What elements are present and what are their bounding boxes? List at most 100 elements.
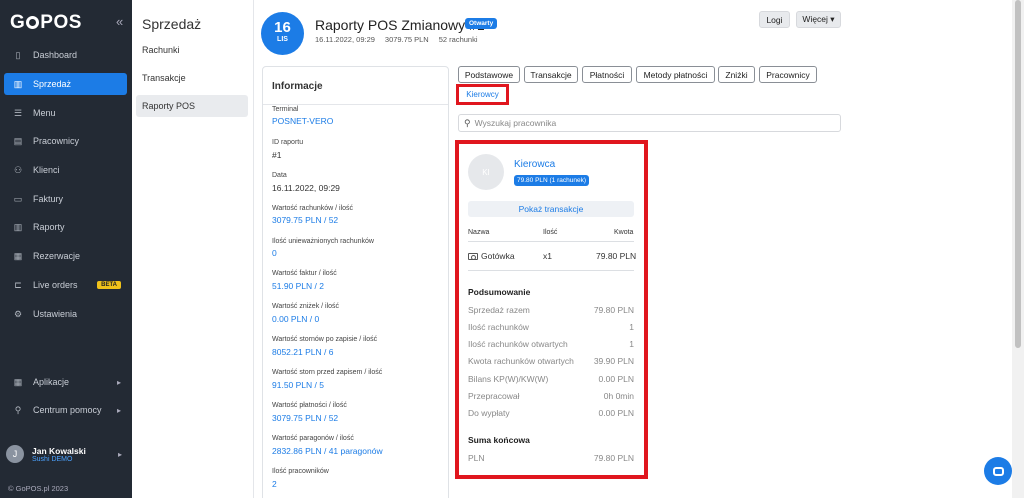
- info-label-fiscal-receipts: Wartość paragonów / ilość: [272, 435, 354, 442]
- show-transactions-button[interactable]: Pokaż transakcje: [468, 201, 634, 217]
- sidebar-item-label: Live orders: [33, 280, 78, 290]
- tab-basic[interactable]: Podstawowe: [458, 66, 520, 83]
- info-value-terminal[interactable]: POSNET-VERO: [272, 116, 333, 126]
- payment-row-amount: 79.80 PLN: [596, 251, 637, 261]
- summary-label-balance: Bilans KP(W)/KW(W): [468, 374, 549, 384]
- sidebar-item-label: Sprzedaż: [33, 79, 72, 89]
- subnav-item-transactions[interactable]: Transakcje: [136, 67, 248, 89]
- info-value-date: 16.11.2022, 09:29: [272, 183, 340, 193]
- tab-payments[interactable]: Płatności: [582, 66, 632, 83]
- subnav-item-pos-reports[interactable]: Raporty POS: [136, 95, 248, 117]
- invoices-icon: ▭: [13, 193, 23, 204]
- chat-button[interactable]: [984, 457, 1012, 485]
- summary-heading: Podsumowanie: [468, 287, 531, 297]
- report-day: 16: [274, 19, 291, 36]
- total-heading: Suma końcowa: [468, 435, 530, 445]
- sidebar-item-reports[interactable]: ▥ Raporty: [4, 216, 127, 238]
- report-amount: 3079.75 PLN: [384, 35, 429, 44]
- sales-subnav: Sprzedaż Rachunki Transakcje Raporty POS: [132, 0, 254, 498]
- settings-icon: ⚙: [13, 308, 23, 319]
- info-value-storno-after[interactable]: 8052.21 PLN / 6: [272, 347, 333, 357]
- divider: [468, 241, 634, 242]
- info-value-voided-receipts[interactable]: 0: [272, 248, 277, 258]
- tab-drivers-label: Kierowcy: [466, 90, 499, 99]
- info-value-storno-before[interactable]: 91.50 PLN / 5: [272, 380, 324, 390]
- summary-label-open-receipts: Ilość rachunków otwartych: [468, 339, 568, 349]
- info-value-discounts[interactable]: 0.00 PLN / 0: [272, 314, 319, 324]
- sidebar-item-label: Menu: [33, 108, 56, 118]
- beta-badge: BETA: [97, 281, 121, 289]
- search-placeholder: Wyszukaj pracownika: [474, 118, 557, 128]
- column-header-qty: Ilość: [543, 229, 558, 236]
- info-heading: Informacje: [272, 81, 323, 92]
- sidebar-item-clients[interactable]: ⚇ Klienci: [4, 159, 127, 181]
- tab-payment-methods[interactable]: Metody płatności: [636, 66, 715, 83]
- dashboard-icon: ▯: [15, 49, 21, 60]
- user-menu[interactable]: J Jan Kowalski Sushi DEMO ▸: [6, 441, 128, 467]
- info-value-receipts-value[interactable]: 3079.75 PLN / 52: [272, 215, 338, 225]
- info-value-report-id: #1: [272, 150, 282, 160]
- search-icon: ⚲: [464, 117, 471, 128]
- report-date-badge: 16 LIS: [261, 12, 304, 55]
- info-label-payments: Wartość płatności / ilość: [272, 402, 347, 409]
- employee-name[interactable]: Kierowca: [514, 159, 555, 170]
- clients-icon: ⚇: [13, 164, 23, 175]
- sidebar-item-reservations[interactable]: ▦ Rezerwacje: [4, 245, 127, 267]
- user-organization: Sushi DEMO: [32, 455, 73, 463]
- help-icon: ⚲: [14, 404, 22, 415]
- sidebar-item-help[interactable]: ⚲ Centrum pomocy ▸: [4, 399, 127, 421]
- info-label-report-id: ID raportu: [272, 139, 304, 146]
- tab-transactions[interactable]: Transakcje: [524, 66, 578, 83]
- payment-name: Gotówka: [481, 251, 515, 261]
- tab-drivers[interactable]: Kierowcy: [456, 84, 509, 105]
- info-value-payments[interactable]: 3079.75 PLN / 52: [272, 413, 338, 423]
- info-label-employees-count: Ilość pracowników: [272, 468, 329, 475]
- sidebar-item-live-orders[interactable]: ⊏ Live orders BETA: [4, 274, 127, 296]
- tab-employees[interactable]: Pracownicy: [759, 66, 817, 83]
- total-label: PLN: [468, 453, 485, 463]
- sidebar-item-sales[interactable]: ▥ Sprzedaż: [4, 73, 127, 95]
- sidebar-item-dashboard[interactable]: ▯ Dashboard: [4, 44, 127, 66]
- column-header-name: Nazwa: [468, 229, 490, 236]
- chevron-right-icon: ▸: [116, 405, 121, 415]
- employee-search-input[interactable]: ⚲ Wyszukaj pracownika: [458, 114, 841, 132]
- summary-value-sales-total: 79.80 PLN: [593, 305, 634, 315]
- employee-avatar: KI: [468, 154, 504, 190]
- main-sidebar: G POS « ▯ Dashboard ▥ Sprzedaż ☰ Menu ▤ P…: [0, 0, 132, 498]
- info-value-employees-count[interactable]: 2: [272, 479, 277, 489]
- info-value-invoices[interactable]: 51.90 PLN / 2: [272, 281, 324, 291]
- employee-total-badge: 79.80 PLN (1 rachunek): [514, 175, 590, 186]
- sidebar-item-settings[interactable]: ⚙ Ustawienia: [4, 303, 127, 325]
- page-title: Raporty POS Zmianowy #1: [315, 17, 485, 33]
- info-label-date: Data: [272, 172, 287, 179]
- sales-icon: ▥: [13, 78, 23, 89]
- subnav-item-receipts[interactable]: Rachunki: [136, 39, 248, 61]
- more-button[interactable]: Więcej ▾: [796, 11, 841, 28]
- info-label-invoices: Wartość faktur / ilość: [272, 270, 337, 277]
- payment-row-name: Gotówka: [468, 251, 515, 261]
- sidebar-item-label: Ustawienia: [33, 309, 78, 319]
- summary-value-payout: 0.00 PLN: [598, 408, 634, 418]
- report-month: LIS: [277, 36, 288, 43]
- sidebar-item-label: Rezerwacje: [33, 251, 81, 261]
- info-label-discounts: Wartość zniżek / ilość: [272, 303, 340, 310]
- scrollbar-thumb[interactable]: [1015, 0, 1021, 348]
- info-value-fiscal-receipts[interactable]: 2832.86 PLN / 41 paragonów: [272, 446, 383, 456]
- collapse-sidebar-icon[interactable]: «: [116, 14, 123, 29]
- info-label-terminal: Terminal: [272, 106, 299, 113]
- employees-icon: ▤: [13, 135, 23, 146]
- sidebar-item-label: Klienci: [33, 165, 60, 175]
- info-panel: Informacje Terminal POSNET-VERO ID rapor…: [262, 66, 449, 498]
- copyright: © GoPOS.pl 2023: [8, 484, 69, 493]
- tab-discounts[interactable]: Zniżki: [718, 66, 755, 83]
- sidebar-item-menu[interactable]: ☰ Menu: [4, 102, 127, 124]
- avatar: J: [6, 445, 24, 463]
- sidebar-item-apps[interactable]: ▦ Aplikacje ▸: [4, 371, 127, 393]
- sidebar-item-employees[interactable]: ▤ Pracownicy: [4, 130, 127, 152]
- gopos-logo[interactable]: G POS: [10, 12, 82, 34]
- logs-button[interactable]: Logi: [759, 11, 790, 28]
- sidebar-item-invoices[interactable]: ▭ Faktury: [4, 188, 127, 210]
- summary-label-payout: Do wypłaty: [468, 408, 510, 418]
- status-badge: Otwarty: [465, 18, 498, 29]
- report-receipts: 52 rachunki: [438, 35, 478, 44]
